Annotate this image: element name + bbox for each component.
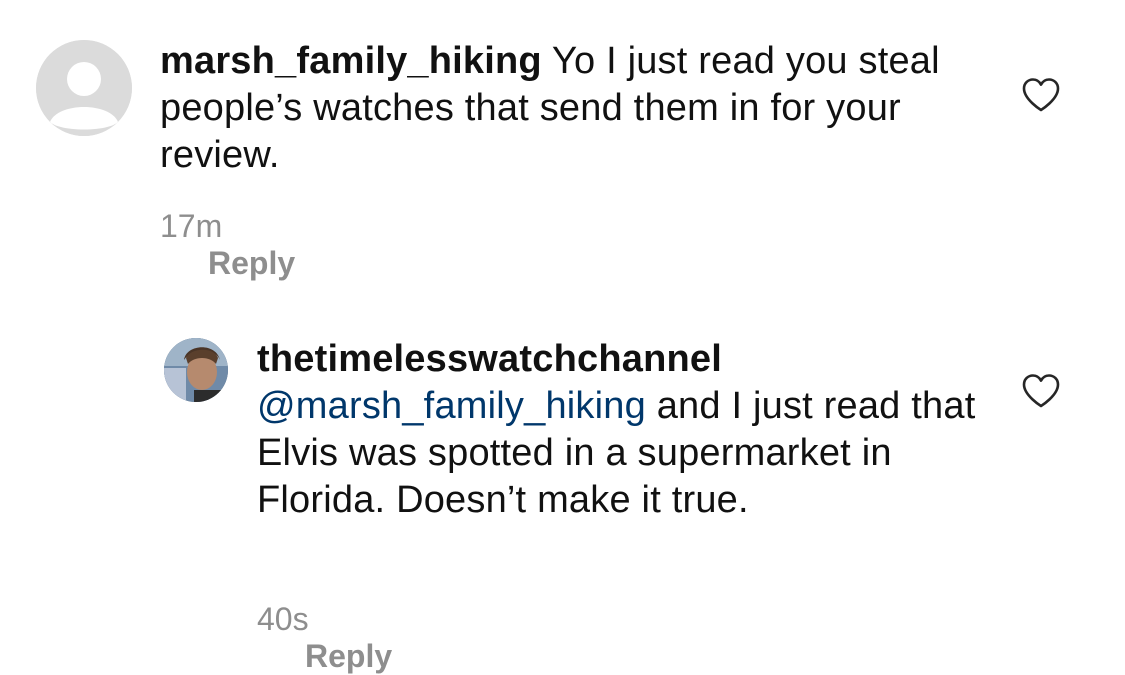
profile-photo-avatar[interactable] xyxy=(164,338,228,402)
heart-outline-icon[interactable] xyxy=(1021,373,1061,409)
reply-button[interactable]: Reply xyxy=(305,638,392,675)
comment-username[interactable]: thetimelesswatchchannel xyxy=(257,338,722,380)
heart-outline-icon[interactable] xyxy=(1021,77,1061,113)
reply-button[interactable]: Reply xyxy=(208,245,295,282)
comment-username[interactable]: marsh_family_hiking xyxy=(160,40,542,82)
comment-timestamp[interactable]: 17m xyxy=(160,208,222,245)
mention-link[interactable]: @marsh_family_hiking xyxy=(257,385,646,427)
comment-body: thetimelesswatchchannel @marsh_family_hi… xyxy=(257,336,977,524)
comment-meta: 40sReply xyxy=(257,601,392,675)
comment-meta: 17mReply xyxy=(160,208,295,282)
default-avatar-icon[interactable] xyxy=(36,40,132,136)
comment-timestamp[interactable]: 40s xyxy=(257,601,309,638)
comment-body: marsh_family_hiking Yo I just read you s… xyxy=(160,38,970,179)
